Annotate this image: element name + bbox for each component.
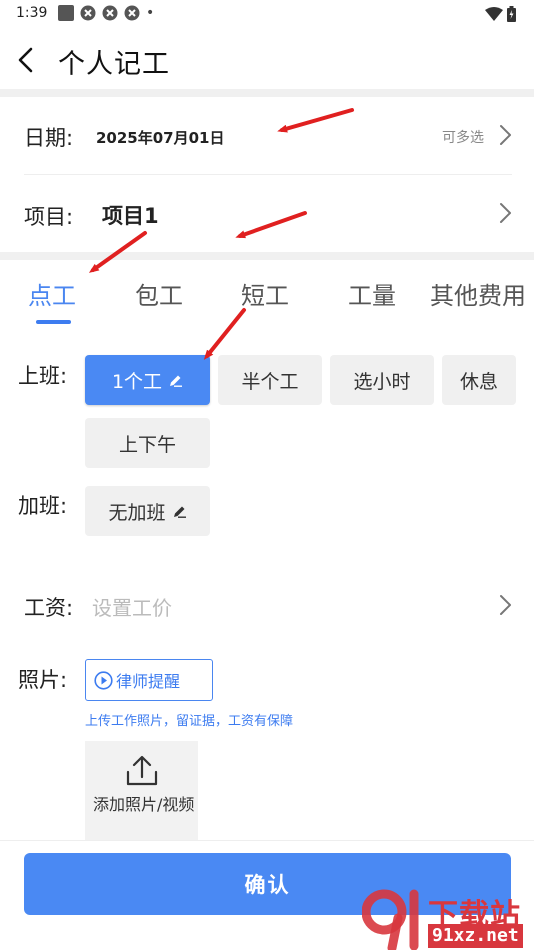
salary-row[interactable]: 工资:: [0, 575, 534, 635]
project-row[interactable]: 项目: 项目1: [0, 175, 534, 251]
multi-select-hint: 可多选: [442, 130, 484, 146]
tab-duan-gong[interactable]: 短工: [241, 276, 289, 311]
date-row[interactable]: 日期: 2025年07月01日 可多选: [0, 97, 534, 175]
work-type-tabs: 点工 包工 短工 工量 其他费用: [0, 270, 534, 330]
shift-label: 上班:: [18, 364, 68, 388]
date-value: 2025年07月01日: [96, 129, 225, 147]
shift-option-label: 休息: [459, 370, 498, 393]
overtime-selector[interactable]: 无加班: [85, 486, 210, 536]
shift-option-morning-afternoon[interactable]: 上下午: [85, 418, 210, 468]
section-divider: [0, 89, 534, 97]
tab-other-fees[interactable]: 其他费用: [430, 276, 526, 311]
status-time: 1:39: [16, 5, 48, 21]
system-icons: [485, 6, 516, 22]
photo-label: 照片:: [18, 668, 68, 692]
lawyer-reminder-button[interactable]: 律师提醒: [85, 659, 213, 701]
add-photo-video-button[interactable]: 添加照片/视频: [85, 741, 198, 841]
active-tab-indicator: [36, 320, 71, 324]
page-title: 个人记工: [58, 49, 170, 80]
add-photo-video-label: 添加照片/视频: [93, 795, 195, 814]
watermark-logo: [362, 889, 419, 950]
shift-option-label: 1个工: [111, 370, 163, 393]
overtime-label: 加班:: [18, 494, 68, 518]
chevron-right-icon: [500, 595, 511, 615]
watermark-url: 91xz.net: [428, 924, 523, 948]
pencil-icon: [172, 504, 187, 519]
section-divider: [0, 252, 534, 260]
chevron-left-icon: [18, 47, 33, 73]
navigation-bar: 个人记工: [0, 32, 534, 88]
app-notification-icon: [80, 5, 96, 21]
battery-icon: [507, 6, 516, 22]
notification-icons: •: [58, 5, 154, 21]
upload-icon: [126, 755, 158, 786]
salary-placeholder: 设置工价: [92, 596, 172, 620]
tab-gong-liang[interactable]: 工量: [348, 276, 396, 311]
shift-option-half-day[interactable]: 半个工: [218, 355, 322, 405]
status-bar: 1:39 •: [0, 0, 534, 28]
pencil-icon: [168, 373, 183, 388]
date-label: 日期:: [24, 126, 74, 150]
shift-option-one-day[interactable]: 1个工: [85, 355, 210, 405]
tab-bao-gong[interactable]: 包工: [135, 276, 183, 311]
shift-option-label: 上下午: [118, 433, 176, 456]
play-circle-icon: [94, 670, 113, 690]
photo-hint: 上传工作照片，留证据，工资有保障: [85, 714, 294, 729]
more-notifications-dot: •: [146, 5, 155, 21]
shift-option-label: 选小时: [353, 370, 411, 393]
app-notification-icon: [102, 5, 118, 21]
site-watermark: 下载站 91xz.net: [362, 888, 534, 950]
wifi-icon: [485, 7, 503, 21]
overtime-value: 无加班: [108, 501, 166, 524]
back-button[interactable]: [8, 40, 44, 80]
shift-option-label: 半个工: [241, 370, 299, 393]
app-notification-icon: [124, 5, 140, 21]
shift-option-select-hours[interactable]: 选小时: [330, 355, 434, 405]
chevron-right-icon: [500, 203, 511, 223]
tab-dian-gong[interactable]: 点工: [28, 276, 76, 311]
lawyer-reminder-label: 律师提醒: [116, 672, 181, 691]
shift-option-rest[interactable]: 休息: [442, 355, 516, 405]
app-notification-icon: [58, 5, 74, 21]
project-label: 项目:: [24, 205, 74, 229]
project-value: 项目1: [102, 204, 159, 228]
chevron-right-icon: [500, 125, 511, 145]
salary-label: 工资:: [24, 596, 74, 620]
